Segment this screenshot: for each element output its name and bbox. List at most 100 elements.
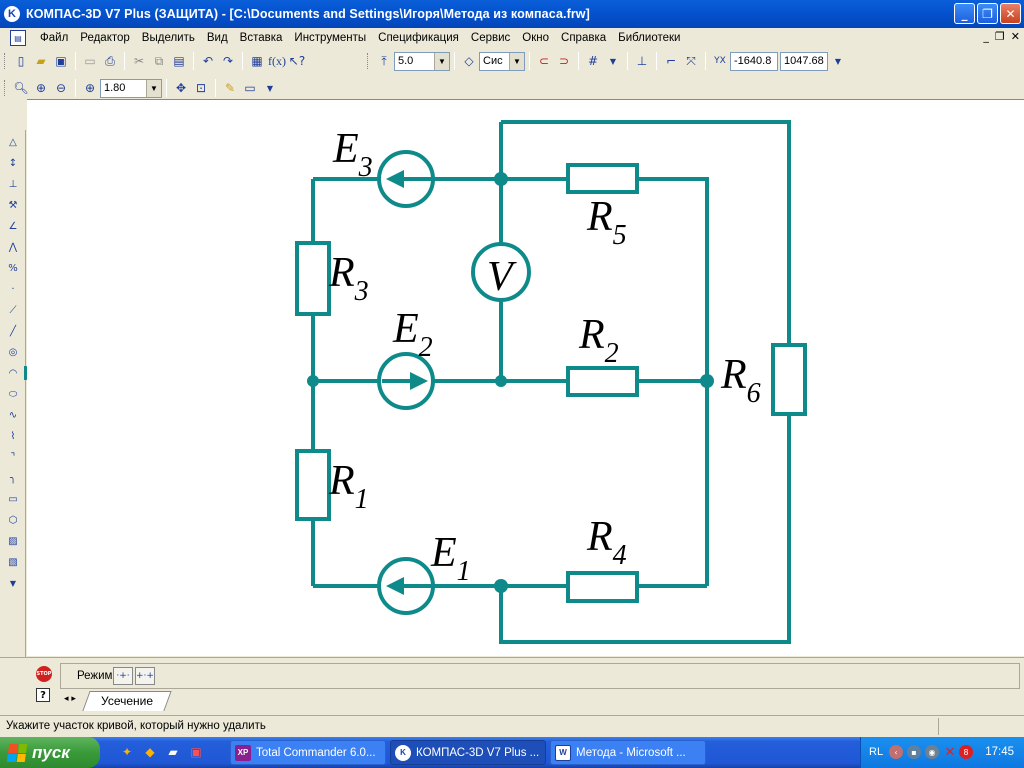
- quicklaunch-desktop-icon[interactable]: ▰: [164, 743, 182, 761]
- menu-insert[interactable]: Вставка: [234, 32, 289, 44]
- context-help-icon[interactable]: ↖?: [287, 51, 307, 71]
- tray-network-icon[interactable]: ▪: [907, 745, 921, 759]
- drawing-canvas[interactable]: E3 R5 R3 V E2 R2 R6 R1 R4 E1: [27, 99, 1024, 656]
- open-file-icon[interactable]: ▰: [31, 51, 51, 71]
- polyline-tool-icon[interactable]: ⌇: [4, 427, 22, 445]
- dropdown-icon[interactable]: ▼: [828, 51, 848, 71]
- designations-panel-icon[interactable]: ⊥: [4, 175, 22, 193]
- tab-trim[interactable]: Усечение: [82, 691, 172, 711]
- print-icon[interactable]: ▭: [80, 51, 100, 71]
- menu-tools[interactable]: Инструменты: [288, 32, 372, 44]
- layer-style-icon[interactable]: ◇: [459, 51, 479, 71]
- more-tools-icon[interactable]: ▼: [4, 574, 22, 592]
- cut-icon[interactable]: ✂: [129, 51, 149, 71]
- menu-select[interactable]: Выделить: [136, 32, 201, 44]
- mdi-close-button[interactable]: ✕: [1011, 30, 1020, 43]
- quicklaunch-tool-icon[interactable]: ◆: [141, 743, 159, 761]
- point-tool-icon[interactable]: ·: [4, 280, 22, 298]
- editing-panel-icon[interactable]: ⚒: [4, 196, 22, 214]
- tray-x-icon[interactable]: ✕: [943, 745, 957, 760]
- chevron-down-icon[interactable]: ▼: [509, 52, 524, 70]
- toolbar-grip[interactable]: [4, 53, 7, 69]
- local-cs-icon[interactable]: ⊥: [632, 51, 652, 71]
- copy-icon[interactable]: ⧉: [149, 51, 169, 71]
- menu-file[interactable]: Файл: [34, 32, 74, 44]
- step-icon[interactable]: ⤒: [374, 51, 394, 71]
- menu-help[interactable]: Справка: [555, 32, 612, 44]
- minimize-button[interactable]: _: [954, 3, 975, 24]
- snap-magnet-2-icon[interactable]: ⊃: [554, 51, 574, 71]
- hatch-tool-icon[interactable]: ▨: [4, 532, 22, 550]
- rectangle-tool-icon[interactable]: ▭: [4, 490, 22, 508]
- zoom-in-icon[interactable]: ⊕: [31, 78, 51, 98]
- help-icon[interactable]: ?: [36, 688, 50, 702]
- zoom-window-icon[interactable]: 🔍︎: [11, 78, 31, 98]
- fillet-tool-icon[interactable]: ╮: [4, 469, 22, 487]
- ortho-icon[interactable]: ⌐: [661, 51, 681, 71]
- quicklaunch-app-icon[interactable]: ▣: [187, 743, 205, 761]
- coord-x-field[interactable]: -1640.8: [730, 51, 778, 71]
- dimensions-panel-icon[interactable]: ↕: [4, 154, 22, 172]
- function-icon[interactable]: f(x): [267, 51, 287, 71]
- tab-nav-arrows[interactable]: ◂ ▸: [64, 694, 76, 704]
- select-panel-icon[interactable]: %: [4, 259, 22, 277]
- geometry-panel-icon[interactable]: △: [4, 133, 22, 151]
- coord-y-field[interactable]: 1047.68: [780, 51, 828, 71]
- segment-tool-icon[interactable]: ╱: [4, 322, 22, 340]
- mdi-minimize-button[interactable]: _: [983, 30, 989, 43]
- snap-magnet-icon[interactable]: ⊂: [534, 51, 554, 71]
- kompas-logo-icon[interactable]: K: [4, 6, 20, 22]
- paste-icon[interactable]: ▤: [169, 51, 189, 71]
- toolbar-grip[interactable]: [4, 80, 7, 96]
- step-combo[interactable]: 5.0 ▼: [394, 51, 450, 71]
- menu-service[interactable]: Сервис: [465, 32, 516, 44]
- parametrization-panel-icon[interactable]: ∠: [4, 217, 22, 235]
- trim-mode-between-icon[interactable]: +·+: [135, 667, 155, 685]
- style-combo[interactable]: Сис ▼: [479, 51, 525, 71]
- task-word[interactable]: W Метода - Microsoft ...: [550, 740, 706, 765]
- menu-view[interactable]: Вид: [201, 32, 234, 44]
- chamfer-tool-icon[interactable]: ⌝: [4, 448, 22, 466]
- contour-tool-icon[interactable]: ▧: [4, 553, 22, 571]
- toolbar-grip[interactable]: [367, 53, 370, 69]
- polygon-tool-icon[interactable]: ⬡: [4, 511, 22, 529]
- grid-icon[interactable]: #: [583, 51, 603, 71]
- menu-editor[interactable]: Редактор: [74, 32, 136, 44]
- mdi-restore-button[interactable]: ❐: [995, 30, 1005, 43]
- tray-volume-icon[interactable]: ◉: [925, 745, 939, 759]
- print-preview-icon[interactable]: ⎙: [100, 51, 120, 71]
- refresh-icon[interactable]: ✎: [220, 78, 240, 98]
- zoom-combo[interactable]: 1.80 ▼: [100, 78, 162, 98]
- maximize-button[interactable]: ❐: [977, 3, 998, 24]
- task-kompas[interactable]: K КОМПАС-3D V7 Plus ...: [390, 740, 546, 765]
- language-indicator[interactable]: RL: [869, 746, 883, 758]
- chevron-down-icon[interactable]: ▼: [146, 79, 161, 97]
- menu-specification[interactable]: Спецификация: [372, 32, 465, 44]
- ellipse-tool-icon[interactable]: ⬭: [4, 385, 22, 403]
- redo-icon[interactable]: ↷: [218, 51, 238, 71]
- trim-mode-segment-icon[interactable]: ·+·: [113, 667, 133, 685]
- title-bar[interactable]: K КОМПАС-3D V7 Plus (ЗАЩИТА) - [C:\Docum…: [0, 0, 1024, 28]
- tray-antivirus-icon[interactable]: 8: [959, 745, 973, 759]
- save-icon[interactable]: ▣: [51, 51, 71, 71]
- stop-icon[interactable]: STOP: [36, 666, 52, 682]
- quicklaunch-run-icon[interactable]: ✦: [118, 743, 136, 761]
- undo-icon[interactable]: ↶: [198, 51, 218, 71]
- chevron-down-icon[interactable]: ▼: [434, 52, 449, 70]
- document-icon[interactable]: ▤: [10, 30, 26, 46]
- menu-libraries[interactable]: Библиотеки: [612, 32, 686, 44]
- spline-tool-icon[interactable]: ∿: [4, 406, 22, 424]
- fit-view-icon[interactable]: ⊡: [191, 78, 211, 98]
- dropdown-icon[interactable]: ▼: [260, 78, 280, 98]
- variables-icon[interactable]: ▦: [247, 51, 267, 71]
- start-button[interactable]: пуск: [0, 737, 100, 768]
- zoom-out-icon[interactable]: ⊖: [51, 78, 71, 98]
- menu-window[interactable]: Окно: [516, 32, 555, 44]
- zoom-scale-icon[interactable]: ⊕: [80, 78, 100, 98]
- arc-tool-icon[interactable]: ◠: [4, 364, 22, 382]
- measure-panel-icon[interactable]: ⋀: [4, 238, 22, 256]
- circle-tool-icon[interactable]: ◎: [4, 343, 22, 361]
- round-icon[interactable]: ⤧: [681, 51, 701, 71]
- dropdown-icon[interactable]: ▼: [603, 51, 623, 71]
- display-mode-icon[interactable]: ▭: [240, 78, 260, 98]
